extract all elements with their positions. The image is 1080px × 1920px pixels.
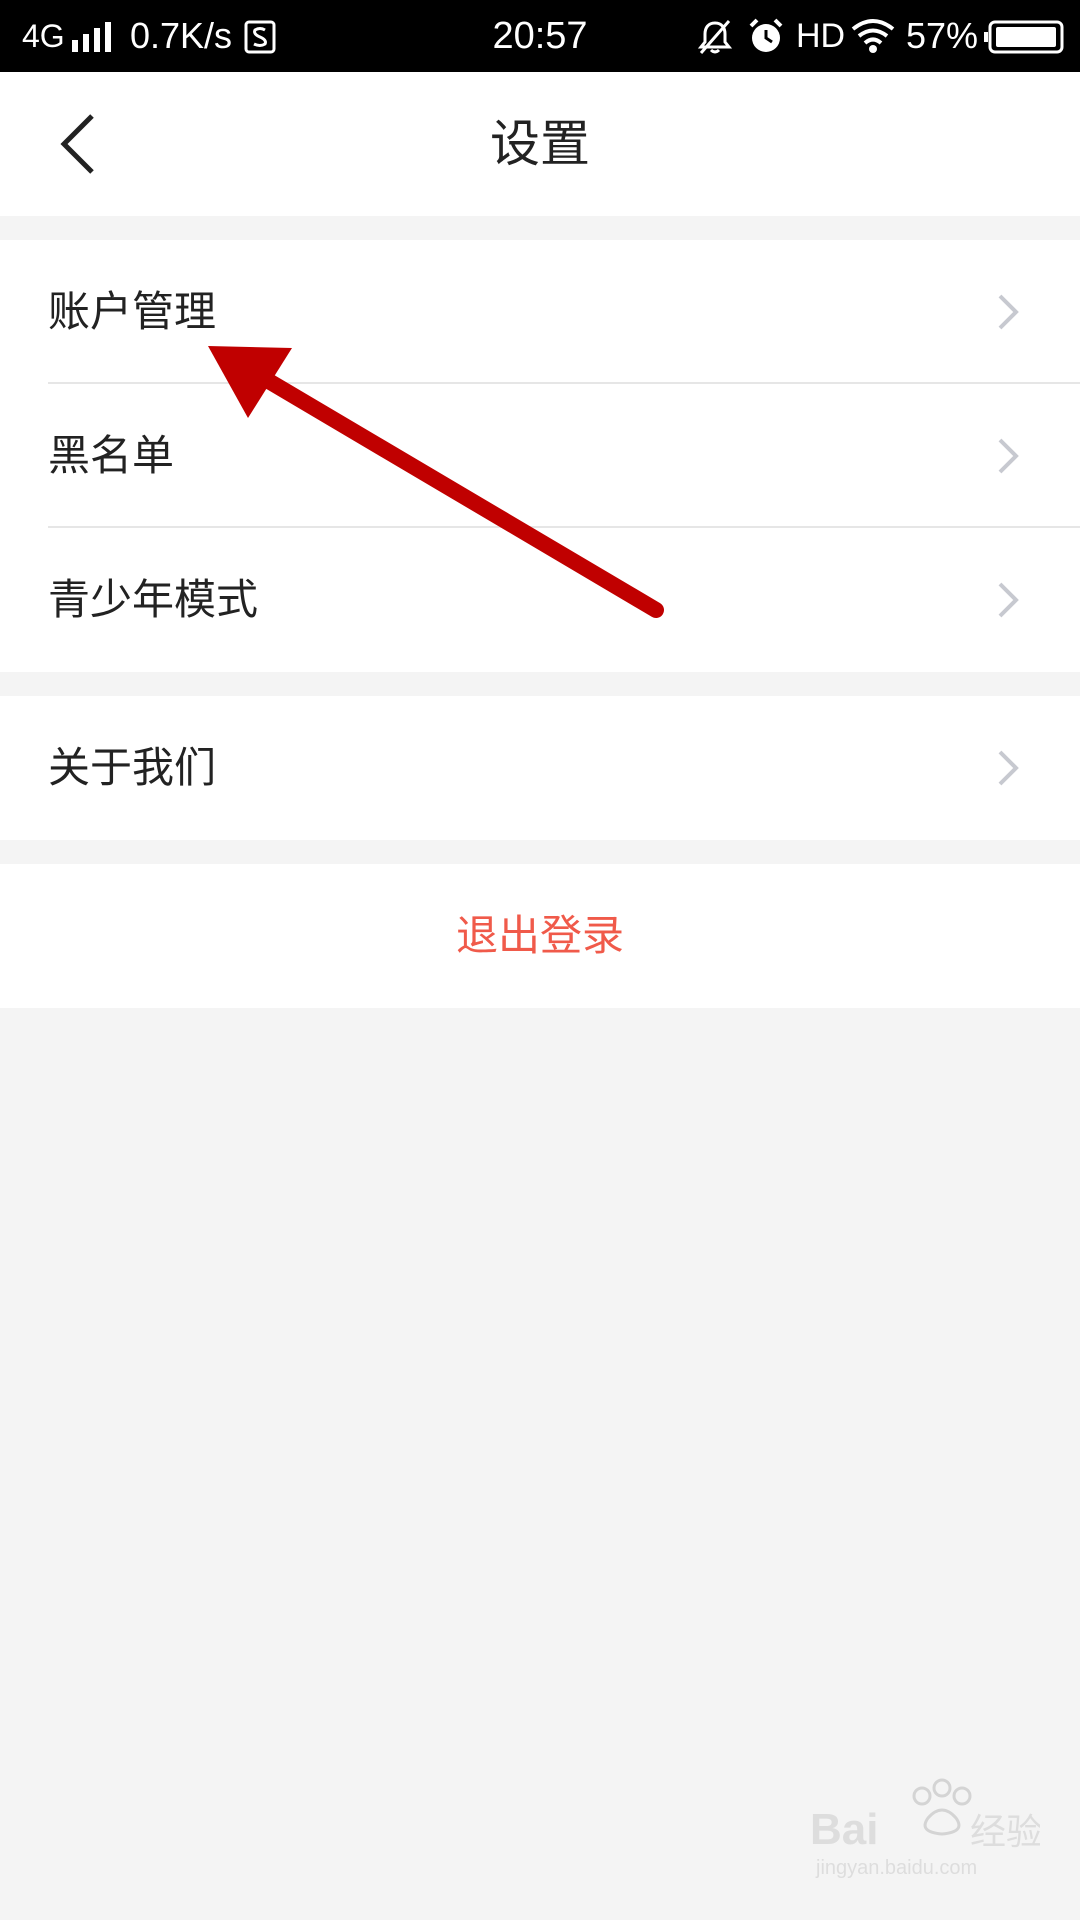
battery-percent: 57% (906, 15, 979, 56)
settings-item-about-us[interactable]: 关于我们 (0, 696, 1080, 840)
page-title: 设置 (490, 115, 590, 173)
chevron-right-icon (998, 582, 1019, 618)
settings-item-teen-mode[interactable]: 青少年模式 (0, 528, 1080, 672)
svg-text:Bai: Bai (810, 1805, 878, 1854)
settings-group-account: 账户管理 黑名单 青少年模式 (0, 240, 1080, 672)
settings-item-label: 账户管理 (48, 287, 217, 336)
chevron-right-icon (998, 750, 1019, 786)
settings-item-label: 青少年模式 (48, 575, 259, 624)
bell-muted-icon (697, 20, 733, 54)
settings-item-blacklist[interactable]: 黑名单 (0, 384, 1080, 528)
wifi-icon (851, 19, 895, 53)
battery-icon (984, 20, 1064, 54)
back-button[interactable] (30, 96, 126, 192)
chevron-left-icon (60, 114, 94, 174)
settings-item-label: 关于我们 (48, 743, 217, 792)
settings-item-account-management[interactable]: 账户管理 (0, 240, 1080, 384)
chevron-right-icon (998, 294, 1019, 330)
status-bar: 4G 0.7K/s 20:57 HD 57% (0, 0, 1080, 72)
baidu-watermark-logo: Bai 经验 jingyan.baidu.com (810, 1778, 1040, 1879)
settings-item-label: 黑名单 (48, 431, 175, 480)
logout-button[interactable]: 退出登录 (0, 864, 1080, 1008)
svg-text:jingyan.baidu.com: jingyan.baidu.com (815, 1857, 977, 1879)
alarm-icon (749, 18, 783, 52)
svg-text:经验: 经验 (970, 1812, 1040, 1853)
navigation-header: 设置 (0, 72, 1080, 216)
hd-indicator: HD (796, 17, 846, 55)
chevron-right-icon (998, 438, 1019, 474)
settings-group-about: 关于我们 (0, 696, 1080, 840)
